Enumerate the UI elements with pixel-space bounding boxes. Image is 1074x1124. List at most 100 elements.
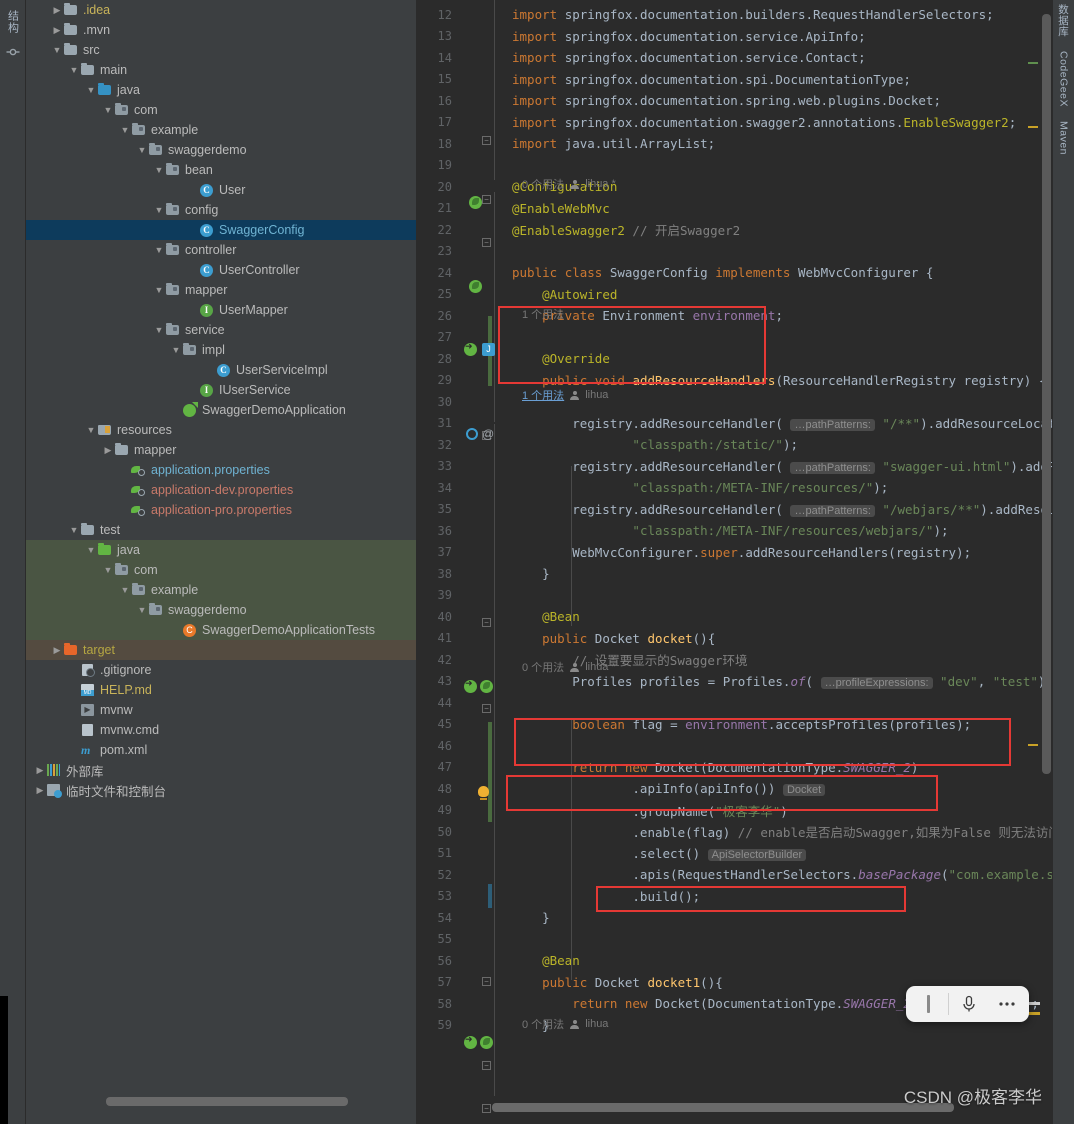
gutter[interactable] bbox=[458, 972, 502, 994]
chevron-down-icon[interactable]: ▼ bbox=[102, 565, 114, 575]
spring-bean-icon[interactable] bbox=[464, 678, 477, 693]
editor-vertical-scrollbar[interactable] bbox=[1042, 14, 1051, 774]
chevron-right-icon[interactable]: ▶ bbox=[34, 765, 46, 775]
code-line[interactable]: 43 Profiles profiles = Profiles.of( …pro… bbox=[416, 671, 1052, 693]
code-line[interactable]: 17 import springfox.documentation.swagger… bbox=[416, 112, 1052, 134]
usage-hint[interactable]: 0 个用法 lihua bbox=[522, 1016, 608, 1032]
tree-item-mvnw[interactable]: ▶ mvnw bbox=[26, 700, 416, 720]
tree-item-service[interactable]: ▼ service bbox=[26, 320, 416, 340]
tree-item-impl[interactable]: ▼ impl bbox=[26, 340, 416, 360]
code-line[interactable]: 34 "classpath:/META-INF/resources/"); bbox=[416, 477, 1052, 499]
gutter[interactable] bbox=[458, 542, 502, 564]
chevron-down-icon[interactable]: ▼ bbox=[85, 85, 97, 95]
fold-marker[interactable]: − bbox=[482, 704, 491, 713]
tree-item-test[interactable]: ▼ test bbox=[26, 520, 416, 540]
spring-bean-icon[interactable] bbox=[480, 680, 493, 693]
chevron-right-icon[interactable]: ▶ bbox=[51, 25, 63, 35]
tree-item-main[interactable]: ▼ main bbox=[26, 60, 416, 80]
chevron-down-icon[interactable]: ▼ bbox=[153, 245, 165, 255]
tree-item--mvn[interactable]: ▶ .mvn bbox=[26, 20, 416, 40]
code-line[interactable]: 51 .select() ApiSelectorBuilder bbox=[416, 843, 1052, 865]
gutter[interactable] bbox=[458, 305, 502, 327]
code-line[interactable]: 29 public void addResourceHandlers(Resou… bbox=[416, 370, 1052, 392]
project-tree-panel[interactable]: ▶ .idea ▶ .mvn ▼ src ▼ main ▼ java ▼ com ▼ example ▼ sw… bbox=[26, 0, 416, 1124]
code-line[interactable]: 41 public Docket docket(){ bbox=[416, 628, 1052, 650]
usage-count[interactable]: 0 个用法 bbox=[522, 176, 564, 192]
gutter[interactable] bbox=[458, 585, 502, 607]
editor-horizontal-scrollbar[interactable] bbox=[492, 1103, 954, 1112]
fold-marker[interactable]: − bbox=[482, 1104, 491, 1113]
gutter[interactable] bbox=[458, 112, 502, 134]
code-line[interactable]: 12 import springfox.documentation.builder… bbox=[416, 4, 1052, 26]
usage-hint[interactable]: 1 个用法 bbox=[522, 306, 564, 322]
spring-bean-icon[interactable] bbox=[464, 1034, 477, 1049]
code-line[interactable]: 19 bbox=[416, 155, 1052, 177]
tree-item-swaggerconfig[interactable]: C SwaggerConfig bbox=[26, 220, 416, 240]
gutter[interactable] bbox=[458, 133, 502, 155]
code-line[interactable]: 13 import springfox.documentation.service… bbox=[416, 26, 1052, 48]
tree-item-user[interactable]: C User bbox=[26, 180, 416, 200]
tree-item-application-dev-properties[interactable]: application-dev.properties bbox=[26, 480, 416, 500]
gutter[interactable] bbox=[458, 563, 502, 585]
tree-item-example[interactable]: ▼ example bbox=[26, 120, 416, 140]
microphone-icon[interactable] bbox=[951, 989, 987, 1019]
tree-item-usermapper[interactable]: I UserMapper bbox=[26, 300, 416, 320]
fold-marker[interactable]: − bbox=[482, 1061, 491, 1070]
gutter[interactable] bbox=[458, 434, 502, 456]
code-line[interactable]: 42 // 设置要显示的Swagger环境 bbox=[416, 649, 1052, 671]
gutter[interactable] bbox=[458, 1015, 502, 1037]
code-line[interactable]: 33 registry.addResourceHandler( …pathPat… bbox=[416, 456, 1052, 478]
usage-count[interactable]: 0 个用法 bbox=[522, 1016, 564, 1032]
code-line[interactable]: 55 bbox=[416, 929, 1052, 951]
code-line[interactable]: 49 .groupName("极客李华") bbox=[416, 800, 1052, 822]
code-line[interactable]: 20 @Configuration bbox=[416, 176, 1052, 198]
gutter[interactable] bbox=[458, 714, 502, 736]
gutter[interactable] bbox=[458, 176, 502, 198]
code-line[interactable]: 26 private Environment environment; bbox=[416, 305, 1052, 327]
code-line[interactable]: 23 bbox=[416, 241, 1052, 263]
usage-count[interactable]: 1 个用法 bbox=[522, 306, 564, 322]
chevron-down-icon[interactable]: ▼ bbox=[136, 605, 148, 615]
spring-bean-icon[interactable] bbox=[469, 196, 482, 209]
tree-item-resources[interactable]: ▼ resources bbox=[26, 420, 416, 440]
gutter[interactable] bbox=[458, 155, 502, 177]
gutter[interactable] bbox=[458, 950, 502, 972]
tree-item-application-pro-properties[interactable]: application-pro.properties bbox=[26, 500, 416, 520]
code-line[interactable]: 40 @Bean bbox=[416, 606, 1052, 628]
tree-item-pom-xml[interactable]: m pom.xml bbox=[26, 740, 416, 760]
gutter[interactable] bbox=[458, 90, 502, 112]
code-line[interactable]: 35 registry.addResourceHandler( …pathPat… bbox=[416, 499, 1052, 521]
code-line[interactable]: 28 @Override bbox=[416, 348, 1052, 370]
chevron-right-icon[interactable]: ▶ bbox=[51, 5, 63, 15]
chevron-down-icon[interactable]: ▼ bbox=[85, 425, 97, 435]
gutter[interactable] bbox=[458, 757, 502, 779]
gutter[interactable] bbox=[458, 649, 502, 671]
chevron-down-icon[interactable]: ▼ bbox=[136, 145, 148, 155]
fold-marker[interactable]: − bbox=[482, 195, 491, 204]
tree-item--[interactable]: ▶ 外部库 bbox=[26, 760, 416, 780]
tree-item-controller[interactable]: ▼ controller bbox=[26, 240, 416, 260]
tree-item-iuserservice[interactable]: I IUserService bbox=[26, 380, 416, 400]
gutter[interactable] bbox=[458, 520, 502, 542]
tree-item-userserviceimpl[interactable]: C UserServiceImpl bbox=[26, 360, 416, 380]
code-line[interactable]: 52 .apis(RequestHandlerSelectors.basePac… bbox=[416, 864, 1052, 886]
gutter[interactable] bbox=[458, 391, 502, 413]
fold-marker[interactable]: − bbox=[482, 238, 491, 247]
tree-item-usercontroller[interactable]: C UserController bbox=[26, 260, 416, 280]
usage-count[interactable]: 1 个用法 bbox=[522, 387, 564, 403]
fold-marker[interactable]: − bbox=[482, 977, 491, 986]
code-line[interactable]: 21 @EnableWebMvc bbox=[416, 198, 1052, 220]
annotation-icon[interactable]: @ bbox=[482, 427, 495, 441]
tree-item-target[interactable]: ▶ target bbox=[26, 640, 416, 660]
sidebar-item-codegeex[interactable]: CodeGeeX bbox=[1058, 51, 1070, 107]
gutter[interactable] bbox=[458, 907, 502, 929]
code-line[interactable]: 32 "classpath:/static/"); bbox=[416, 434, 1052, 456]
gutter[interactable] bbox=[458, 843, 502, 865]
tree-item-com[interactable]: ▼ com bbox=[26, 100, 416, 120]
tree-item-swaggerdemoapplication[interactable]: SwaggerDemoApplication bbox=[26, 400, 416, 420]
floating-input-toolbar[interactable] bbox=[906, 986, 1029, 1022]
code-line[interactable]: 22 @EnableSwagger2 // 开启Swagger2 bbox=[416, 219, 1052, 241]
code-editor[interactable]: 12 import springfox.documentation.builder… bbox=[416, 0, 1052, 1124]
gutter[interactable] bbox=[458, 821, 502, 843]
chevron-down-icon[interactable]: ▼ bbox=[102, 105, 114, 115]
